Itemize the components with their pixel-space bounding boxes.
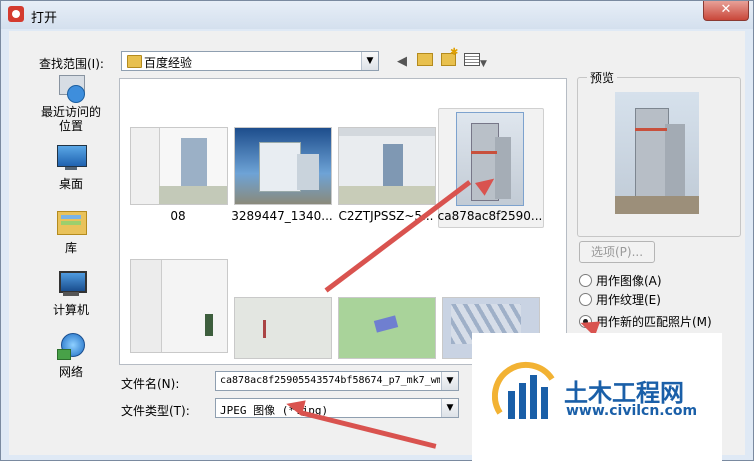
chevron-down-icon[interactable]: ▼: [361, 52, 378, 70]
radio-label: 用作纹理(E): [596, 293, 661, 307]
file-thumbnail-row2-2[interactable]: [234, 297, 332, 359]
look-in-label: 查找范围(I):: [39, 57, 104, 71]
radio-circle[interactable]: [579, 274, 592, 287]
recent-places-icon: [55, 73, 87, 103]
desktop-icon: [55, 143, 87, 173]
new-folder-icon[interactable]: ✱: [441, 48, 458, 71]
filename-combo[interactable]: ca878ac8f25905543574bf58674_p7_mk7_wm ▼: [215, 371, 459, 391]
chevron-down-icon[interactable]: ▼: [441, 372, 458, 390]
file-label[interactable]: 08: [123, 209, 233, 223]
network-icon: [55, 331, 87, 361]
options-button[interactable]: 选项(P)...: [579, 241, 655, 263]
look-in-value: 百度经验: [144, 56, 193, 70]
back-arrow-icon[interactable]: ◀: [397, 53, 407, 71]
libraries-icon: [55, 207, 87, 237]
views-menu-icon[interactable]: ▼: [464, 53, 487, 71]
place-recent[interactable]: 最近访问的位置: [17, 73, 125, 133]
look-in-combo[interactable]: 百度经验 ▼: [121, 51, 379, 71]
watermark-url: www.civilcn.com: [566, 403, 698, 419]
preview-label: 预览: [587, 69, 618, 86]
file-label[interactable]: ca878ac8f2590...: [435, 209, 545, 223]
civilcn-logo-icon: [492, 361, 555, 419]
place-label: 最近访问的位置: [40, 105, 101, 133]
file-thumbnail-3289447[interactable]: [234, 127, 332, 205]
title-bar: 打开 ✕: [1, 1, 753, 29]
radio-label: 用作新的匹配照片(M): [596, 315, 712, 329]
places-bar: 最近访问的位置 桌面 库 计算机 网络: [17, 73, 125, 453]
radio-use-as-image[interactable]: 用作图像(A): [579, 272, 749, 290]
preview-image: [615, 92, 699, 214]
filetype-label: 文件类型(T):: [121, 404, 190, 418]
place-label: 计算机: [52, 303, 89, 317]
file-thumbnail-c2ztjpssz[interactable]: [338, 127, 436, 205]
file-list[interactable]: 08 3289447_1340... C2ZTJPSSZ~5... ca878a…: [119, 78, 567, 365]
place-network[interactable]: 网络: [17, 331, 125, 380]
filename-label: 文件名(N):: [121, 377, 180, 391]
file-label[interactable]: 3289447_1340...: [227, 209, 337, 223]
file-thumbnail-08[interactable]: [130, 127, 228, 205]
radio-circle[interactable]: [579, 293, 592, 306]
place-libraries[interactable]: 库: [17, 207, 125, 256]
sketchup-app-icon: [8, 6, 24, 22]
close-button[interactable]: ✕: [703, 1, 749, 21]
file-thumbnail-row2-3[interactable]: [338, 297, 436, 359]
window-title: 打开: [31, 11, 58, 26]
filetype-combo[interactable]: JPEG 图像 (*.jpg) ▼: [215, 398, 459, 418]
file-thumbnail-row2-1[interactable]: [130, 259, 228, 353]
place-label: 桌面: [58, 177, 83, 191]
folder-icon: [127, 55, 142, 68]
computer-icon: [55, 269, 87, 299]
radio-use-as-texture[interactable]: 用作纹理(E): [579, 291, 749, 309]
place-computer[interactable]: 计算机: [17, 269, 125, 318]
up-folder-icon[interactable]: [417, 53, 433, 71]
radio-use-as-match-photo[interactable]: 用作新的匹配照片(M): [579, 313, 749, 331]
radio-label: 用作图像(A): [596, 274, 662, 288]
filename-value[interactable]: ca878ac8f25905543574bf58674_p7_mk7_wm: [220, 375, 440, 386]
file-thumbnail-ca878ac8f2590[interactable]: [456, 112, 524, 206]
place-label: 网络: [58, 365, 83, 379]
place-desktop[interactable]: 桌面: [17, 143, 125, 192]
chevron-down-icon[interactable]: ▼: [441, 399, 458, 417]
watermark-logo: 土木工程网 www.civilcn.com: [472, 333, 722, 461]
place-label: 库: [64, 241, 77, 255]
